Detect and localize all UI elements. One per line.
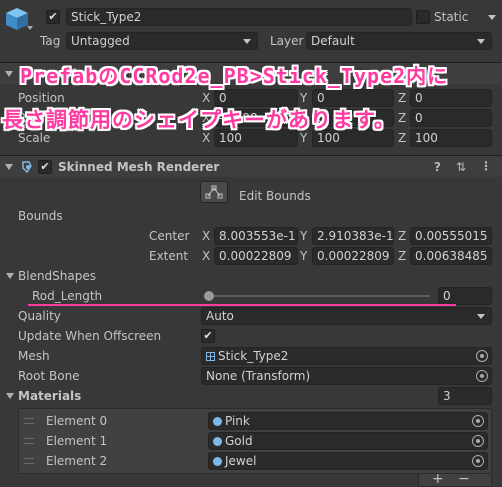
- context-menu-icon[interactable]: ⋮: [480, 159, 492, 173]
- extent-label: Extent: [149, 249, 189, 263]
- mesh-field[interactable]: Stick_Type2: [201, 347, 492, 365]
- remove-element-button[interactable]: −: [458, 472, 470, 486]
- drag-handle-icon[interactable]: [24, 458, 34, 464]
- extent-y-field[interactable]: 0.00022809: [312, 247, 394, 265]
- material-field-2[interactable]: Jewel: [208, 452, 488, 470]
- rotation-z-field[interactable]: 0: [410, 109, 492, 127]
- mesh-grid-icon: [206, 352, 215, 361]
- center-x-field[interactable]: 8.003553e-1: [214, 227, 298, 245]
- materials-label: Materials: [18, 389, 82, 403]
- help-icon[interactable]: ?: [434, 160, 441, 174]
- smr-foldout-icon[interactable]: [5, 164, 13, 170]
- material-row-0[interactable]: Element 0 Pink: [18, 411, 492, 431]
- rod-length-value-field[interactable]: 0: [438, 287, 492, 305]
- material-label-2: Element 2: [46, 454, 108, 468]
- list-footer: [418, 474, 492, 487]
- material-row-2[interactable]: Element 2 Jewel: [18, 451, 492, 471]
- material-field-0[interactable]: Pink: [208, 412, 488, 430]
- edit-bounds-button[interactable]: [200, 181, 228, 203]
- tag-label: Tag: [40, 34, 61, 48]
- update-offscreen-label: Update When Offscreen: [18, 329, 162, 343]
- material-sphere-icon: [213, 437, 222, 446]
- layer-label: Layer: [270, 34, 304, 48]
- scale-z-label: Z: [398, 131, 407, 145]
- material-picker-icon[interactable]: [472, 455, 484, 467]
- mesh-picker-icon[interactable]: [476, 350, 488, 362]
- material-row-1[interactable]: Element 1 Gold: [18, 431, 492, 451]
- icon-dropdown-arrow[interactable]: [27, 26, 33, 30]
- slider-track: [206, 295, 430, 297]
- static-label: Static: [434, 10, 469, 24]
- root-bone-field[interactable]: None (Transform): [201, 367, 492, 385]
- static-checkbox[interactable]: [416, 10, 430, 24]
- edit-bounds-label: Edit Bounds: [239, 189, 311, 203]
- smr-title: Skinned Mesh Renderer: [58, 160, 220, 174]
- annotation-line-1: PrefabのCCRod2e_PB>Stick_Type2内に: [20, 64, 449, 88]
- rotation-z-label: Z: [398, 111, 407, 125]
- extent-y-label: Y: [300, 249, 308, 263]
- center-y-label: Y: [300, 229, 308, 243]
- bounds-label: Bounds: [18, 209, 63, 223]
- mesh-label: Mesh: [18, 349, 50, 363]
- rod-length-highlight: [28, 304, 456, 306]
- update-offscreen-checkbox[interactable]: ✔: [201, 329, 215, 343]
- material-label-1: Element 1: [46, 434, 108, 448]
- center-x-label: X: [202, 229, 211, 243]
- static-dropdown-arrow[interactable]: [488, 15, 496, 20]
- material-value-1: Gold: [225, 434, 253, 448]
- quality-label: Quality: [18, 309, 61, 323]
- quality-dropdown[interactable]: Auto: [201, 307, 492, 325]
- drag-handle-icon[interactable]: [24, 418, 34, 424]
- center-y-field[interactable]: 2.910383e-1: [312, 227, 394, 245]
- position-z-label: Z: [398, 91, 407, 105]
- smr-component-icon: [20, 160, 34, 174]
- mesh-value: Stick_Type2: [218, 349, 289, 363]
- transform-foldout-icon[interactable]: [5, 71, 13, 77]
- center-z-field[interactable]: 0.00555015: [410, 227, 492, 245]
- center-label: Center: [149, 229, 190, 243]
- extent-z-field[interactable]: 0.00638485: [410, 247, 492, 265]
- annotation-line-2: 長さ調節用のシェイプキーがあります。: [2, 108, 396, 132]
- material-sphere-icon: [213, 457, 222, 466]
- smr-enabled-checkbox[interactable]: ✔: [38, 160, 52, 174]
- edit-bounds-icon: [205, 185, 223, 199]
- extent-x-label: X: [202, 249, 211, 263]
- materials-count-field[interactable]: 3: [438, 387, 492, 405]
- root-bone-picker-icon[interactable]: [476, 370, 488, 382]
- blendshapes-label: BlendShapes: [18, 269, 96, 283]
- active-checkbox[interactable]: ✔: [46, 10, 60, 24]
- extent-x-field[interactable]: 0.00022809: [214, 247, 298, 265]
- root-bone-value: None (Transform): [206, 369, 311, 383]
- material-sphere-icon: [213, 417, 222, 426]
- material-label-0: Element 0: [46, 414, 108, 428]
- rod-length-label: Rod_Length: [32, 289, 103, 303]
- blendshapes-foldout-icon[interactable]: [6, 273, 14, 279]
- material-value-0: Pink: [225, 414, 250, 428]
- object-name-field[interactable]: Stick_Type2: [66, 8, 412, 26]
- scale-z-field[interactable]: 100: [410, 129, 492, 147]
- smr-header[interactable]: ✔ Skinned Mesh Renderer ? ⇅ ⋮: [0, 155, 502, 177]
- layer-dropdown[interactable]: Default: [306, 32, 492, 50]
- material-field-1[interactable]: Gold: [208, 432, 488, 450]
- materials-foldout-icon[interactable]: [6, 393, 14, 399]
- material-value-2: Jewel: [225, 454, 257, 468]
- extent-z-label: Z: [398, 249, 407, 263]
- position-z-field[interactable]: 0: [410, 89, 492, 107]
- material-picker-icon[interactable]: [472, 435, 484, 447]
- preset-icon[interactable]: ⇅: [456, 160, 466, 174]
- root-bone-label: Root Bone: [18, 369, 80, 383]
- tag-dropdown[interactable]: Untagged: [66, 32, 258, 50]
- center-z-label: Z: [398, 229, 407, 243]
- slider-thumb[interactable]: [204, 291, 214, 301]
- drag-handle-icon[interactable]: [24, 438, 34, 444]
- rod-length-slider[interactable]: [204, 287, 432, 305]
- material-picker-icon[interactable]: [472, 415, 484, 427]
- add-element-button[interactable]: +: [432, 472, 444, 486]
